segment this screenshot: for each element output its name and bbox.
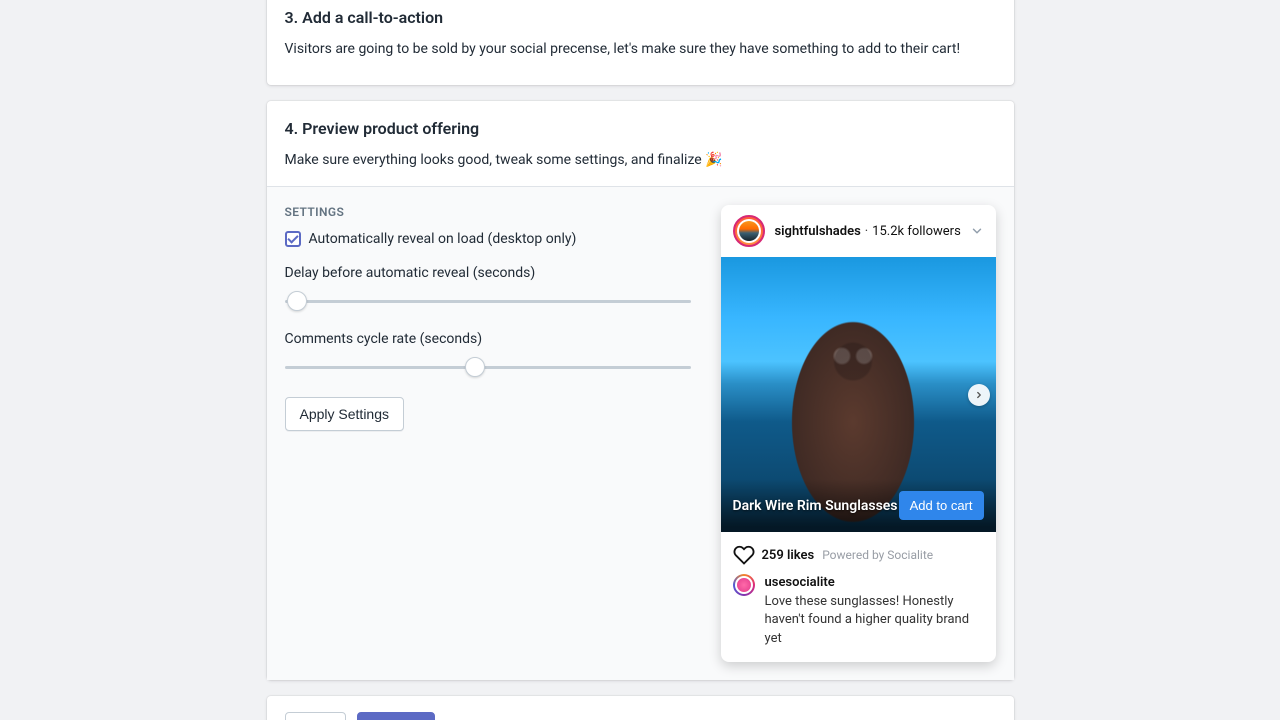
preview-followers: 15.2k followers [872,224,961,239]
step-3-desc: Visitors are going to be sold by your so… [285,41,996,57]
step-3-card: 3. Add a call-to-action Visitors are goi… [267,0,1014,85]
party-popper-icon: 🎉 [705,152,722,168]
add-to-cart-button[interactable]: Add to cart [899,491,984,520]
comment-text: Love these sunglasses! Honestly haven't … [765,594,970,645]
step-4-card: 4. Preview product offering Make sure ev… [267,101,1014,680]
preview-username[interactable]: sightfulshades [775,224,861,239]
finalize-button[interactable]: Finalize [357,712,435,720]
chevron-down-icon[interactable] [970,224,984,238]
apply-settings-button[interactable]: Apply Settings [285,397,405,431]
preview-widget: sightfulshades · 15.2k followers Dark Wi… [721,205,996,662]
heart-icon[interactable] [733,544,755,566]
settings-heading: SETTINGS [285,205,691,219]
step-4-desc: Make sure everything looks good, tweak s… [285,152,996,168]
preview-image: Dark Wire Rim Sunglasses Add to cart [721,257,996,532]
profile-avatar[interactable] [733,215,765,247]
next-image-button[interactable] [968,384,990,406]
powered-by-label: Powered by Socialite [822,548,933,562]
delay-slider-thumb[interactable] [287,291,307,311]
product-name: Dark Wire Rim Sunglasses [733,498,898,514]
commenter-avatar[interactable] [733,574,755,596]
comment-username[interactable]: usesocialite [765,574,984,592]
auto-reveal-checkbox[interactable] [285,231,301,247]
cycle-slider[interactable] [285,357,691,377]
back-button[interactable]: Back [285,712,346,720]
delay-slider-label: Delay before automatic reveal (seconds) [285,265,691,281]
step-3-title: 3. Add a call-to-action [285,8,996,27]
cycle-slider-thumb[interactable] [465,357,485,377]
delay-slider[interactable] [285,291,691,311]
likes-count: 259 likes [762,548,815,563]
auto-reveal-label: Automatically reveal on load (desktop on… [309,231,577,247]
footer-card: Back Finalize [267,696,1014,720]
cycle-slider-label: Comments cycle rate (seconds) [285,331,691,347]
step-4-title: 4. Preview product offering [285,119,996,138]
